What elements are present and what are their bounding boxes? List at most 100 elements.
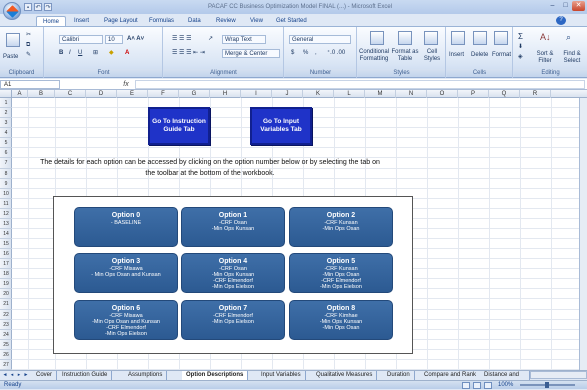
option-6-button[interactable]: Option 6 -CRF Misawa -Min Ops Osan and Kun… [74,300,178,340]
sheet-tab-assumptions[interactable]: Assumptions [124,371,168,380]
option-2-button[interactable]: Option 2 -CRF Kunsan -Min Ops Osan [289,207,393,247]
column-header[interactable]: R [520,90,551,98]
sheet-tab-input-variables[interactable]: Input Variables [257,371,306,380]
font-size-select[interactable]: 10 [105,35,123,44]
insert-cells-icon[interactable] [451,31,465,45]
row-header[interactable]: 15 [0,239,12,250]
select-all-corner[interactable] [0,90,12,98]
font-name-select[interactable]: Calibri [59,35,103,44]
row-header[interactable]: 19 [0,279,12,290]
undo-icon[interactable]: ↶ [34,3,42,11]
borders-icon[interactable]: ⊞ [93,49,98,57]
merge-center-button[interactable]: Merge & Center [222,49,280,58]
fx-icon[interactable]: fx [120,80,132,89]
percent-button[interactable]: % [303,49,308,57]
row-header[interactable]: 25 [0,340,12,350]
column-header[interactable]: D [86,90,117,98]
sheet-tab-option-descriptions[interactable]: Option Descriptions [182,371,249,380]
sort-filter-button[interactable]: Sort & Filter [532,51,558,65]
horizontal-scrollbar[interactable] [530,371,587,379]
row-header[interactable]: 10 [0,189,12,199]
fill-color-icon[interactable]: ◆ [109,49,114,57]
clear-icon[interactable]: ◈ [518,53,523,61]
option-1-button[interactable]: Option 1 -CRF Osan -Min Ops Kunsan [181,207,285,247]
cell-styles-button[interactable]: Cell Styles [420,49,444,63]
minimize-button[interactable]: – [546,1,559,11]
prev-sheet-icon[interactable]: ◂ [9,371,15,380]
column-header[interactable]: J [272,90,303,98]
zoom-thumb[interactable] [545,382,549,388]
row-header[interactable]: 24 [0,330,12,340]
cut-icon[interactable]: ✂ [26,31,31,39]
option-4-button[interactable]: Option 4 -CRF Osan -Min Ops Kunsan -CRF Elm… [181,253,285,293]
align-left-icon[interactable]: ☰ ☰ ☰ ⇤ ⇥ [172,49,205,57]
find-select-button[interactable]: Find & Select [559,51,585,65]
column-header[interactable]: N [396,90,427,98]
comma-button[interactable]: , [315,49,317,57]
conditional-formatting-button[interactable]: Conditional Formatting [358,49,390,63]
row-header[interactable]: 17 [0,259,12,270]
currency-button[interactable]: $ [291,49,294,57]
format-as-table-button[interactable]: Format as Table [390,49,420,63]
row-header[interactable]: 14 [0,229,12,240]
format-painter-icon[interactable]: ✎ [26,51,31,59]
sheet-tab-duration[interactable]: Duration [383,371,415,380]
first-sheet-icon[interactable]: ◄ [2,371,8,380]
row-header[interactable]: 9 [0,179,12,189]
row-header[interactable]: 2 [0,108,12,119]
fill-icon[interactable]: ⬇ [518,43,523,51]
row-header[interactable]: 20 [0,289,12,300]
column-header[interactable]: H [210,90,241,98]
number-format-select[interactable]: General [289,35,351,44]
format-button[interactable]: Format [492,51,511,59]
row-header[interactable]: 7 [0,158,12,169]
goto-instruction-guide-button[interactable]: Go To Instruction Guide Tab [148,107,210,145]
column-header[interactable]: E [117,90,148,98]
close-button[interactable]: ✕ [572,1,585,11]
sheet-tab-distance[interactable]: Distance and [480,371,530,380]
column-header[interactable]: O [427,90,458,98]
option-3-button[interactable]: Option 3 -CRF Misawa - Min Ops Osan and Ku… [74,253,178,293]
paste-icon[interactable] [6,33,20,47]
column-header[interactable]: P [458,90,489,98]
format-table-icon[interactable] [398,31,412,45]
column-header[interactable]: F [148,90,179,98]
option-0-button[interactable]: Option 0- BASELINE [74,207,178,247]
column-header[interactable]: A [12,90,28,98]
align-top-icon[interactable]: ☰ ☰ ☰ [172,35,191,43]
column-header[interactable]: G [179,90,210,98]
maximize-button[interactable]: □ [559,1,572,11]
row-header[interactable]: 4 [0,128,12,139]
row-header[interactable]: 18 [0,269,12,280]
row-header[interactable]: 3 [0,118,12,129]
copy-icon[interactable]: ⧉ [26,41,30,49]
autosum-icon[interactable]: Σ [518,33,523,41]
sheet-tab-compare-and-rank[interactable]: Compare and Rank [420,371,482,380]
find-select-icon[interactable]: ⌕ [566,33,571,42]
column-header[interactable]: M [365,90,396,98]
row-header[interactable]: 23 [0,320,12,330]
column-header[interactable]: B [28,90,55,98]
option-7-button[interactable]: Option 7 -CRF Elmendorf -Min Ops Eielson [181,300,285,340]
conditional-formatting-icon[interactable] [370,31,384,45]
vertical-scrollbar[interactable] [579,98,587,370]
underline-icon[interactable]: U [78,49,82,57]
goto-input-variables-button[interactable]: Go To Input Variables Tab [250,107,312,145]
last-sheet-icon[interactable]: ► [23,371,29,380]
help-icon[interactable]: ? [556,16,566,25]
column-header[interactable]: Q [489,90,520,98]
grow-font-icon[interactable]: A˄ A˅ [127,35,144,43]
option-8-button[interactable]: Option 8 -CRF Kimhae -Min Ops Kunsan -Min O… [289,300,393,340]
sheet-tab-qualitative-measures[interactable]: Qualitative Measures [312,371,378,380]
row-header[interactable]: 12 [0,209,12,219]
page-layout-view-icon[interactable] [473,382,481,389]
row-header[interactable]: 11 [0,199,12,209]
font-color-icon[interactable]: A [125,49,129,57]
next-sheet-icon[interactable]: ▸ [16,371,22,380]
delete-button[interactable]: Delete [471,51,488,59]
redo-icon[interactable]: ↷ [44,3,52,11]
italic-icon[interactable]: I [69,49,71,57]
option-5-button[interactable]: Option 5 -CRF Kunsan -Min Ops Osan -CRF Elm… [289,253,393,293]
office-button[interactable] [3,2,21,20]
orientation-icon[interactable]: ↗ [208,35,213,43]
